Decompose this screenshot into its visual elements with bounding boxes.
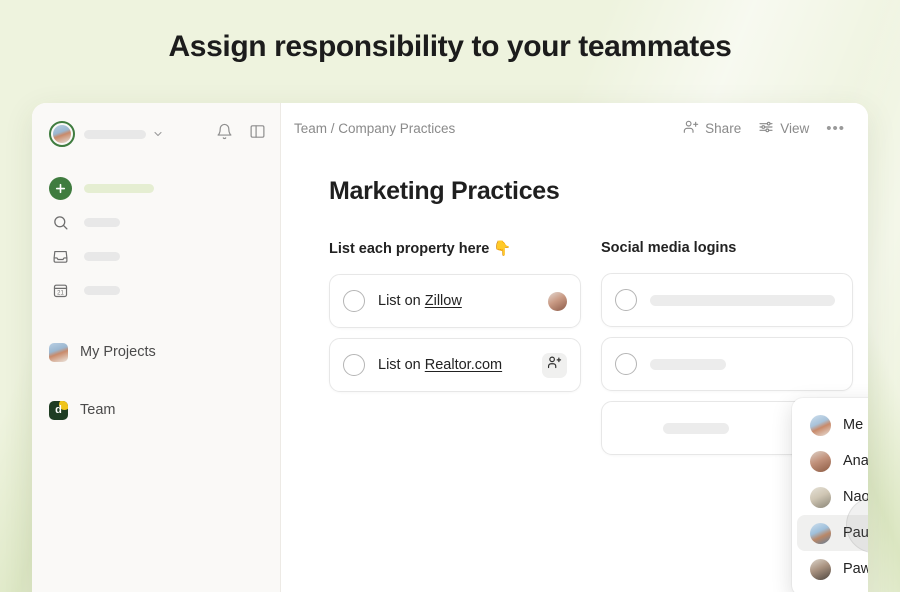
assign-person-button[interactable] bbox=[542, 352, 567, 378]
sidebar: 21 My Projects d Team bbox=[32, 103, 281, 592]
user-avatar[interactable] bbox=[49, 121, 75, 147]
main-content: Team / Company Practices Share View ••• … bbox=[281, 103, 868, 592]
dropdown-item-pawel[interactable]: Paweł bbox=[797, 551, 868, 587]
task-label-skeleton bbox=[650, 294, 835, 306]
team-logo-icon: d bbox=[49, 400, 68, 420]
share-label: Share bbox=[705, 120, 742, 136]
columns-container: List each property here 👇 List on Zillow… bbox=[281, 206, 868, 465]
svg-text:21: 21 bbox=[57, 290, 64, 296]
team-logo-letter: d bbox=[55, 403, 62, 416]
dropdown-item-naomi[interactable]: Naomi bbox=[797, 479, 868, 515]
sidebar-item-search[interactable] bbox=[32, 207, 280, 237]
column-properties: List each property here 👇 List on Zillow… bbox=[329, 240, 581, 465]
sidebar-item-team[interactable]: d Team bbox=[32, 393, 280, 427]
sidebar-account-row[interactable] bbox=[32, 103, 280, 147]
plus-icon[interactable] bbox=[49, 176, 72, 200]
task-label-prefix: List on bbox=[378, 357, 425, 373]
task-label-link[interactable]: Zillow bbox=[425, 293, 462, 309]
task-label-prefix: List on bbox=[378, 293, 425, 309]
breadcrumb[interactable]: Team / Company Practices bbox=[294, 121, 455, 136]
sidebar-item-add[interactable] bbox=[32, 173, 280, 203]
app-window: 21 My Projects d Team Team / Company Pra… bbox=[32, 103, 868, 592]
dropdown-item-label: Me bbox=[843, 417, 864, 433]
sidebar-item-label: My Projects bbox=[80, 344, 156, 360]
view-button[interactable]: View bbox=[758, 119, 809, 138]
avatar bbox=[810, 558, 831, 580]
avatar bbox=[810, 486, 831, 508]
view-label: View bbox=[780, 120, 810, 136]
bell-icon[interactable] bbox=[216, 123, 233, 145]
sidebar-item-inbox-label bbox=[84, 251, 120, 261]
task-label-link[interactable]: Realtor.com bbox=[425, 357, 502, 373]
avatar bbox=[810, 522, 831, 544]
sidebar-item-calendar-label bbox=[84, 285, 120, 295]
task-label: List on Realtor.com bbox=[378, 357, 502, 373]
sidebar-item-search-label bbox=[84, 217, 120, 227]
sidebar-item-my-projects[interactable]: My Projects bbox=[32, 335, 280, 369]
account-name-skeleton bbox=[84, 129, 146, 139]
assignee-avatar[interactable] bbox=[548, 291, 567, 311]
task-label: List on Zillow bbox=[378, 293, 462, 309]
task-card-zillow[interactable]: List on Zillow bbox=[329, 274, 581, 328]
dropdown-item-label: Paweł bbox=[843, 561, 868, 577]
page-headline: Assign responsibility to your teammates bbox=[168, 30, 732, 63]
avatar bbox=[810, 450, 831, 472]
sidebar-item-label: Team bbox=[80, 402, 116, 418]
dropdown-item-label: Paul bbox=[843, 525, 868, 541]
more-horizontal-icon[interactable]: ••• bbox=[826, 120, 845, 137]
task-card-realtor[interactable]: List on Realtor.com bbox=[329, 338, 581, 392]
share-button[interactable]: Share bbox=[683, 119, 741, 138]
person-add-icon bbox=[547, 355, 562, 375]
task-label-skeleton bbox=[663, 422, 729, 434]
search-icon bbox=[49, 214, 72, 231]
column-heading: List each property here 👇 bbox=[329, 241, 512, 257]
task-card-placeholder-2[interactable] bbox=[601, 337, 853, 391]
dropdown-item-me[interactable]: Me bbox=[797, 407, 868, 443]
sidebar-item-inbox[interactable] bbox=[32, 241, 280, 271]
task-checkbox[interactable] bbox=[343, 290, 365, 312]
panel-toggle-icon[interactable] bbox=[249, 123, 266, 145]
task-card-placeholder-1[interactable] bbox=[601, 273, 853, 327]
user-avatar bbox=[49, 342, 68, 362]
task-checkbox[interactable] bbox=[615, 353, 637, 375]
dropdown-item-label: Anaïs bbox=[843, 453, 868, 469]
chevron-down-icon[interactable] bbox=[152, 128, 164, 140]
page-title: Marketing Practices bbox=[329, 177, 560, 205]
main-topbar: Team / Company Practices Share View ••• bbox=[281, 103, 868, 153]
inbox-icon bbox=[49, 248, 72, 265]
task-checkbox[interactable] bbox=[343, 354, 365, 376]
dropdown-item-paul[interactable]: Paul bbox=[797, 515, 868, 551]
sidebar-nav: 21 bbox=[32, 173, 280, 305]
column-heading: Social media logins bbox=[601, 240, 737, 256]
task-label-skeleton bbox=[650, 358, 726, 370]
person-add-icon bbox=[683, 119, 699, 138]
dropdown-item-label: Naomi bbox=[843, 489, 868, 505]
sidebar-item-add-label bbox=[84, 183, 154, 193]
task-checkbox[interactable] bbox=[615, 289, 637, 311]
sliders-icon bbox=[758, 119, 774, 138]
sidebar-item-calendar[interactable]: 21 bbox=[32, 275, 280, 305]
dropdown-item-anais[interactable]: Anaïs bbox=[797, 443, 868, 479]
calendar-icon: 21 bbox=[49, 282, 72, 299]
assignee-dropdown[interactable]: Me Anaïs Naomi Paul Paweł bbox=[792, 398, 868, 592]
avatar bbox=[810, 414, 831, 436]
